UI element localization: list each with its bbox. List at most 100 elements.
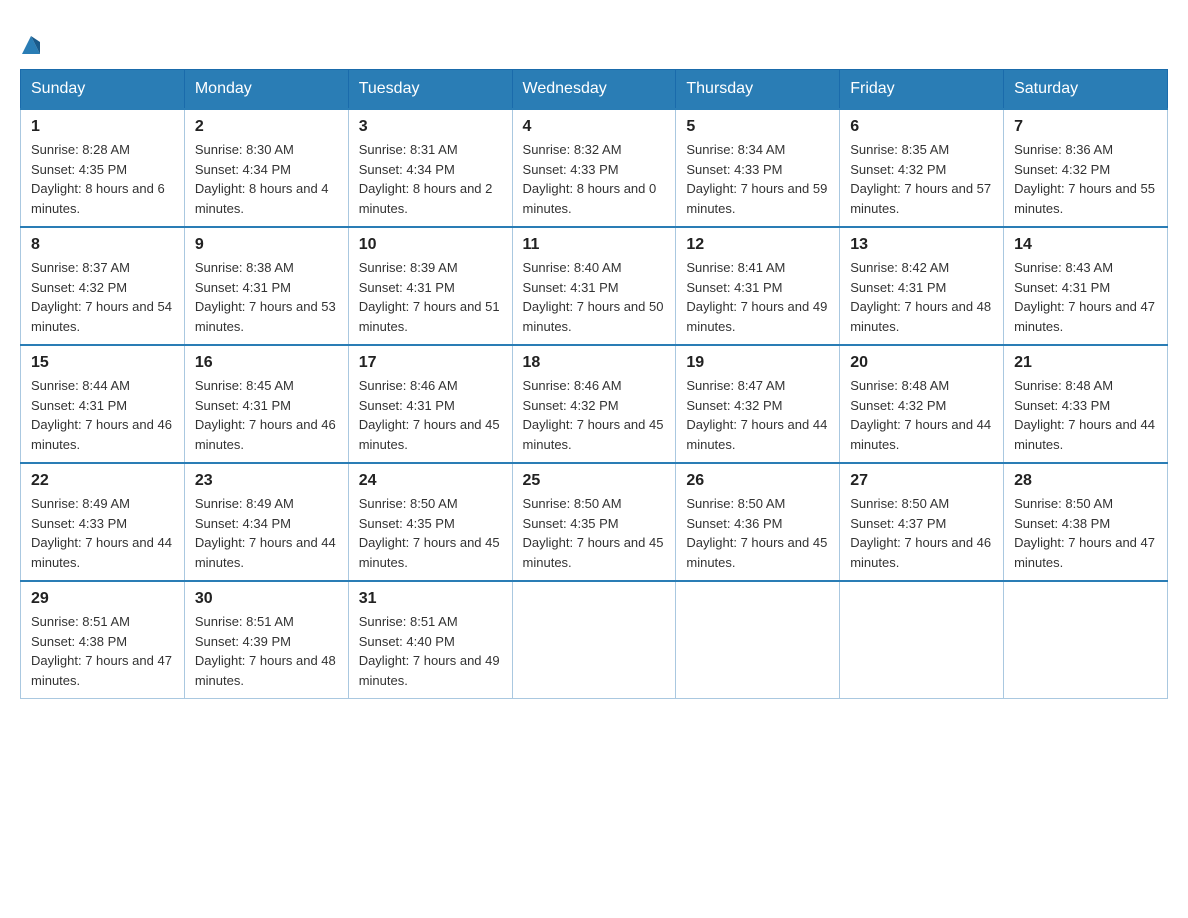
calendar-cell: 31 Sunrise: 8:51 AMSunset: 4:40 PMDayligh… bbox=[348, 581, 512, 699]
day-number: 22 bbox=[31, 472, 174, 490]
day-info: Sunrise: 8:28 AMSunset: 4:35 PMDaylight:… bbox=[31, 140, 174, 218]
calendar-cell: 12 Sunrise: 8:41 AMSunset: 4:31 PMDayligh… bbox=[676, 227, 840, 345]
col-header-thursday: Thursday bbox=[676, 70, 840, 110]
calendar-cell: 9 Sunrise: 8:38 AMSunset: 4:31 PMDaylight… bbox=[184, 227, 348, 345]
day-number: 17 bbox=[359, 354, 502, 372]
day-info: Sunrise: 8:48 AMSunset: 4:32 PMDaylight:… bbox=[850, 376, 993, 454]
day-number: 1 bbox=[31, 118, 174, 136]
day-info: Sunrise: 8:38 AMSunset: 4:31 PMDaylight:… bbox=[195, 258, 338, 336]
day-info: Sunrise: 8:41 AMSunset: 4:31 PMDaylight:… bbox=[686, 258, 829, 336]
calendar-cell bbox=[512, 581, 676, 699]
day-number: 6 bbox=[850, 118, 993, 136]
day-info: Sunrise: 8:40 AMSunset: 4:31 PMDaylight:… bbox=[523, 258, 666, 336]
day-info: Sunrise: 8:50 AMSunset: 4:35 PMDaylight:… bbox=[359, 494, 502, 572]
col-header-tuesday: Tuesday bbox=[348, 70, 512, 110]
calendar-cell: 17 Sunrise: 8:46 AMSunset: 4:31 PMDayligh… bbox=[348, 345, 512, 463]
day-number: 5 bbox=[686, 118, 829, 136]
calendar-cell: 18 Sunrise: 8:46 AMSunset: 4:32 PMDayligh… bbox=[512, 345, 676, 463]
day-info: Sunrise: 8:45 AMSunset: 4:31 PMDaylight:… bbox=[195, 376, 338, 454]
col-header-sunday: Sunday bbox=[21, 70, 185, 110]
day-info: Sunrise: 8:36 AMSunset: 4:32 PMDaylight:… bbox=[1014, 140, 1157, 218]
day-number: 11 bbox=[523, 236, 666, 254]
calendar-cell: 30 Sunrise: 8:51 AMSunset: 4:39 PMDayligh… bbox=[184, 581, 348, 699]
calendar-cell: 4 Sunrise: 8:32 AMSunset: 4:33 PMDaylight… bbox=[512, 109, 676, 227]
calendar-cell: 1 Sunrise: 8:28 AMSunset: 4:35 PMDaylight… bbox=[21, 109, 185, 227]
col-header-wednesday: Wednesday bbox=[512, 70, 676, 110]
day-info: Sunrise: 8:50 AMSunset: 4:38 PMDaylight:… bbox=[1014, 494, 1157, 572]
day-info: Sunrise: 8:46 AMSunset: 4:32 PMDaylight:… bbox=[523, 376, 666, 454]
col-header-monday: Monday bbox=[184, 70, 348, 110]
calendar-cell: 13 Sunrise: 8:42 AMSunset: 4:31 PMDayligh… bbox=[840, 227, 1004, 345]
day-info: Sunrise: 8:51 AMSunset: 4:38 PMDaylight:… bbox=[31, 612, 174, 690]
calendar-table: SundayMondayTuesdayWednesdayThursdayFrid… bbox=[20, 69, 1168, 699]
calendar-cell: 23Sunrise: 8:49 AMSunset: 4:34 PMDayligh… bbox=[184, 463, 348, 581]
calendar-cell: 29 Sunrise: 8:51 AMSunset: 4:38 PMDayligh… bbox=[21, 581, 185, 699]
logo bbox=[20, 30, 40, 59]
day-number: 19 bbox=[686, 354, 829, 372]
day-number: 16 bbox=[195, 354, 338, 372]
day-number: 3 bbox=[359, 118, 502, 136]
calendar-cell: 20 Sunrise: 8:48 AMSunset: 4:32 PMDayligh… bbox=[840, 345, 1004, 463]
day-number: 23 bbox=[195, 472, 338, 490]
calendar-cell: 25Sunrise: 8:50 AMSunset: 4:35 PMDayligh… bbox=[512, 463, 676, 581]
logo-triangle-icon bbox=[22, 32, 40, 54]
calendar-cell bbox=[1004, 581, 1168, 699]
day-info: Sunrise: 8:46 AMSunset: 4:31 PMDaylight:… bbox=[359, 376, 502, 454]
day-info: Sunrise: 8:39 AMSunset: 4:31 PMDaylight:… bbox=[359, 258, 502, 336]
day-info: Sunrise: 8:47 AMSunset: 4:32 PMDaylight:… bbox=[686, 376, 829, 454]
calendar-cell: 10 Sunrise: 8:39 AMSunset: 4:31 PMDayligh… bbox=[348, 227, 512, 345]
calendar-cell: 11 Sunrise: 8:40 AMSunset: 4:31 PMDayligh… bbox=[512, 227, 676, 345]
day-number: 10 bbox=[359, 236, 502, 254]
day-number: 13 bbox=[850, 236, 993, 254]
day-info: Sunrise: 8:30 AMSunset: 4:34 PMDaylight:… bbox=[195, 140, 338, 218]
day-info: Sunrise: 8:34 AMSunset: 4:33 PMDaylight:… bbox=[686, 140, 829, 218]
calendar-cell: 24Sunrise: 8:50 AMSunset: 4:35 PMDayligh… bbox=[348, 463, 512, 581]
day-info: Sunrise: 8:43 AMSunset: 4:31 PMDaylight:… bbox=[1014, 258, 1157, 336]
calendar-cell: 2 Sunrise: 8:30 AMSunset: 4:34 PMDaylight… bbox=[184, 109, 348, 227]
calendar-cell: 21Sunrise: 8:48 AMSunset: 4:33 PMDayligh… bbox=[1004, 345, 1168, 463]
day-info: Sunrise: 8:51 AMSunset: 4:39 PMDaylight:… bbox=[195, 612, 338, 690]
col-header-saturday: Saturday bbox=[1004, 70, 1168, 110]
day-info: Sunrise: 8:37 AMSunset: 4:32 PMDaylight:… bbox=[31, 258, 174, 336]
calendar-cell: 8 Sunrise: 8:37 AMSunset: 4:32 PMDaylight… bbox=[21, 227, 185, 345]
day-info: Sunrise: 8:32 AMSunset: 4:33 PMDaylight:… bbox=[523, 140, 666, 218]
day-info: Sunrise: 8:35 AMSunset: 4:32 PMDaylight:… bbox=[850, 140, 993, 218]
day-number: 9 bbox=[195, 236, 338, 254]
calendar-cell: 27Sunrise: 8:50 AMSunset: 4:37 PMDayligh… bbox=[840, 463, 1004, 581]
day-info: Sunrise: 8:51 AMSunset: 4:40 PMDaylight:… bbox=[359, 612, 502, 690]
day-number: 15 bbox=[31, 354, 174, 372]
calendar-cell: 28 Sunrise: 8:50 AMSunset: 4:38 PMDayligh… bbox=[1004, 463, 1168, 581]
calendar-cell bbox=[676, 581, 840, 699]
col-header-friday: Friday bbox=[840, 70, 1004, 110]
day-number: 29 bbox=[31, 590, 174, 608]
calendar-cell: 26 Sunrise: 8:50 AMSunset: 4:36 PMDayligh… bbox=[676, 463, 840, 581]
day-number: 25 bbox=[523, 472, 666, 490]
calendar-cell: 7 Sunrise: 8:36 AMSunset: 4:32 PMDaylight… bbox=[1004, 109, 1168, 227]
day-number: 14 bbox=[1014, 236, 1157, 254]
day-info: Sunrise: 8:48 AMSunset: 4:33 PMDaylight:… bbox=[1014, 376, 1157, 454]
day-info: Sunrise: 8:44 AMSunset: 4:31 PMDaylight:… bbox=[31, 376, 174, 454]
calendar-cell: 15 Sunrise: 8:44 AMSunset: 4:31 PMDayligh… bbox=[21, 345, 185, 463]
calendar-cell: 16 Sunrise: 8:45 AMSunset: 4:31 PMDayligh… bbox=[184, 345, 348, 463]
calendar-cell: 5 Sunrise: 8:34 AMSunset: 4:33 PMDaylight… bbox=[676, 109, 840, 227]
day-info: Sunrise: 8:49 AMSunset: 4:33 PMDaylight:… bbox=[31, 494, 174, 572]
day-number: 7 bbox=[1014, 118, 1157, 136]
calendar-cell: 6 Sunrise: 8:35 AMSunset: 4:32 PMDaylight… bbox=[840, 109, 1004, 227]
day-number: 30 bbox=[195, 590, 338, 608]
day-info: Sunrise: 8:31 AMSunset: 4:34 PMDaylight:… bbox=[359, 140, 502, 218]
day-info: Sunrise: 8:42 AMSunset: 4:31 PMDaylight:… bbox=[850, 258, 993, 336]
calendar-cell: 19 Sunrise: 8:47 AMSunset: 4:32 PMDayligh… bbox=[676, 345, 840, 463]
day-number: 28 bbox=[1014, 472, 1157, 490]
day-number: 31 bbox=[359, 590, 502, 608]
day-number: 27 bbox=[850, 472, 993, 490]
day-info: Sunrise: 8:50 AMSunset: 4:36 PMDaylight:… bbox=[686, 494, 829, 572]
day-number: 20 bbox=[850, 354, 993, 372]
calendar-cell: 22 Sunrise: 8:49 AMSunset: 4:33 PMDayligh… bbox=[21, 463, 185, 581]
day-number: 12 bbox=[686, 236, 829, 254]
day-number: 4 bbox=[523, 118, 666, 136]
day-number: 26 bbox=[686, 472, 829, 490]
calendar-cell: 14 Sunrise: 8:43 AMSunset: 4:31 PMDayligh… bbox=[1004, 227, 1168, 345]
day-number: 18 bbox=[523, 354, 666, 372]
day-number: 2 bbox=[195, 118, 338, 136]
day-number: 8 bbox=[31, 236, 174, 254]
